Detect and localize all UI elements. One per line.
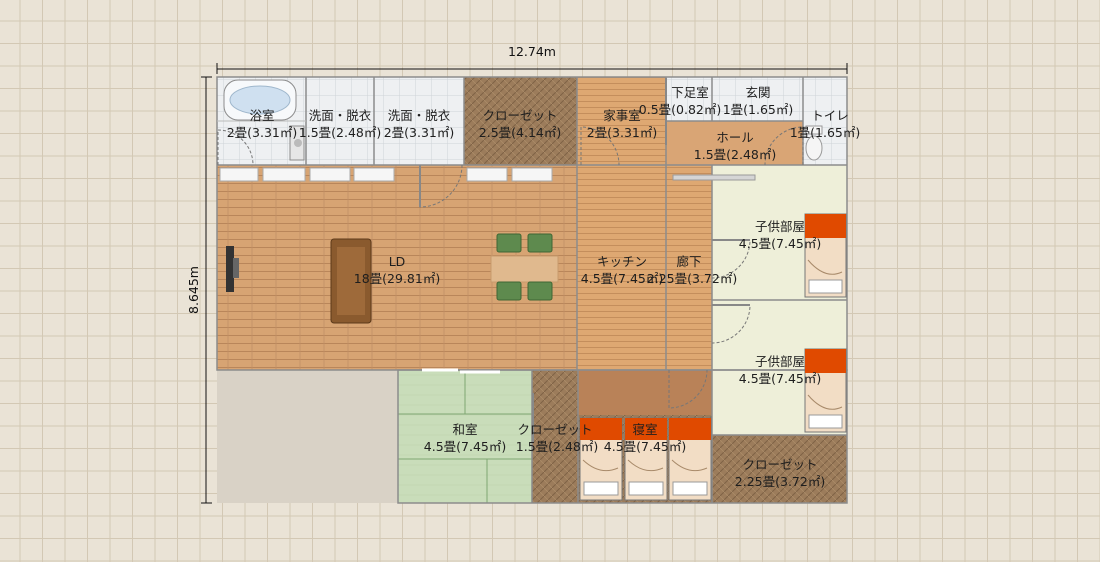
floor-plan: 12.74m 8.645m 浴室 2畳(3.31㎡) 洗面・脱衣 1.5畳(2.… [186, 44, 861, 504]
width-label: 12.74m [508, 44, 556, 59]
room-entrance-name: 玄関 [745, 85, 770, 100]
room-bath-size: 2畳(3.31㎡) [227, 125, 298, 140]
bed-icon [804, 213, 847, 298]
room-toilet-name: トイレ [811, 108, 849, 123]
room-utility-size: 2畳(3.31㎡) [587, 125, 658, 140]
room-wash2-name: 洗面・脱衣 [388, 108, 451, 123]
room-kids1-name: 子供部屋 [755, 219, 805, 234]
outdoor-terrace [217, 370, 398, 503]
room-entrance-size: 1畳(1.65㎡) [723, 102, 794, 117]
room-kids1-size: 4.5畳(7.45㎡) [739, 236, 821, 251]
corridor-shelf [672, 174, 756, 181]
room-toilet-size: 1畳(1.65㎡) [790, 125, 861, 140]
room-closet-br-size: 2.25畳(3.72㎡) [735, 474, 825, 489]
height-label: 8.645m [186, 266, 201, 314]
room-bedroom-name: 寝室 [632, 422, 657, 437]
height-dimension: 8.645m [186, 76, 212, 504]
room-wash2-size: 2畳(3.31㎡) [384, 125, 455, 140]
room-closet-br-name: クローゼット [742, 457, 817, 472]
room-washitsu-name: 和室 [452, 422, 477, 437]
room-utility-name: 家事室 [603, 108, 641, 123]
room-corridor-name: 廊下 [676, 254, 701, 269]
room-shoe-room-name: 下足室 [671, 85, 709, 100]
room-wash1-size: 1.5畳(2.48㎡) [299, 125, 381, 140]
room-wash1-name: 洗面・脱衣 [309, 108, 372, 123]
room-hall-name: ホール [716, 130, 754, 145]
bed-icon [804, 348, 847, 433]
room-closet-mid-name: クローゼット [517, 422, 592, 437]
dining-table-icon [490, 255, 559, 283]
bed-icon [668, 417, 712, 501]
room-closet-mid-size: 1.5畳(2.48㎡) [516, 439, 598, 454]
room-ld-size: 18畳(29.81㎡) [354, 271, 440, 286]
room-corridor-size: 2.25畳(3.72㎡) [647, 271, 737, 286]
room-closet-top-size: 2.5畳(4.14㎡) [479, 125, 561, 140]
room-hall-size: 1.5畳(2.48㎡) [694, 147, 776, 162]
shelves [219, 167, 553, 182]
room-kitchen-name: キッチン [597, 254, 647, 269]
room-closet-top-name: クローゼット [482, 108, 557, 123]
bedroom-upper-floor [578, 370, 712, 415]
width-dimension: 12.74m [216, 44, 848, 74]
room-shoe-room-size: 0.5畳(0.82㎡) [639, 102, 721, 117]
room-kids2-size: 4.5畳(7.45㎡) [739, 371, 821, 386]
room-kids2-name: 子供部屋 [755, 354, 805, 369]
room-bath-name: 浴室 [249, 108, 274, 123]
room-bedroom-size: 4.5畳(7.45㎡) [604, 439, 686, 454]
room-ld-name: LD [389, 254, 406, 269]
room-washitsu-size: 4.5畳(7.45㎡) [424, 439, 506, 454]
